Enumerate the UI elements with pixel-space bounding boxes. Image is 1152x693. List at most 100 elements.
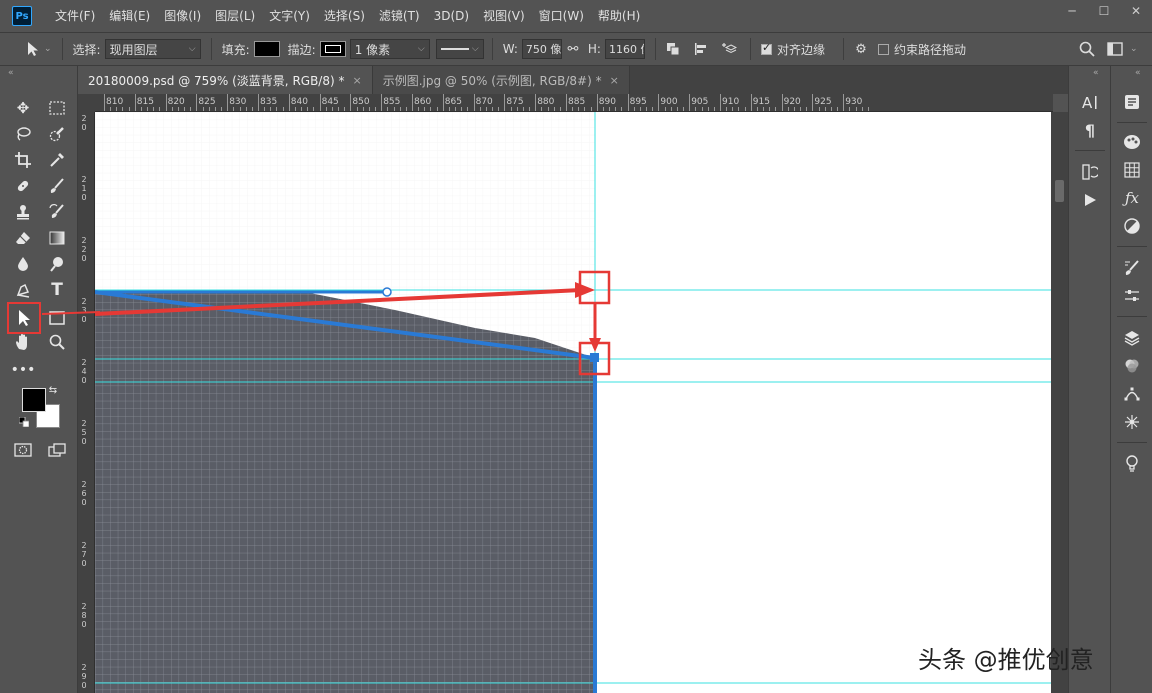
- menu-file[interactable]: 文件(F): [48, 0, 102, 32]
- height-input[interactable]: 1160 像: [604, 39, 645, 59]
- gear-icon[interactable]: ⚙: [850, 38, 872, 60]
- 3d-panel-icon[interactable]: [1118, 410, 1146, 434]
- brush-settings-panel-icon[interactable]: [1118, 256, 1146, 280]
- menu-filter[interactable]: 滤镜(T): [372, 0, 427, 32]
- healing-brush-tool-icon[interactable]: [10, 174, 36, 198]
- ruler-h-tick: [251, 107, 253, 111]
- quick-selection-tool-icon[interactable]: [44, 122, 70, 146]
- paragraph-panel-icon[interactable]: ¶: [1076, 118, 1104, 142]
- swatches-panel-icon[interactable]: [1118, 158, 1146, 182]
- menu-window[interactable]: 窗口(W): [532, 0, 591, 32]
- actions-panel-icon[interactable]: [1076, 188, 1104, 212]
- scrollbar-thumb[interactable]: [1055, 180, 1064, 202]
- ruler-h-tick: [399, 107, 401, 111]
- collapse-panel-icon[interactable]: «: [8, 68, 14, 78]
- type-tool-icon[interactable]: T: [44, 278, 70, 302]
- maximize-button[interactable]: ☐: [1088, 0, 1120, 22]
- adjustments-panel-icon[interactable]: [1118, 214, 1146, 238]
- channels-panel-icon[interactable]: [1118, 354, 1146, 378]
- blur-tool-icon[interactable]: [10, 252, 36, 276]
- menu-layer[interactable]: 图层(L): [208, 0, 262, 32]
- minimize-button[interactable]: ─: [1056, 0, 1088, 22]
- clone-stamp-tool-icon[interactable]: [10, 200, 36, 224]
- brush-presets-panel-icon[interactable]: [1118, 284, 1146, 308]
- ruler-h-tick: [498, 107, 500, 111]
- align-edges-checkbox[interactable]: [760, 41, 772, 55]
- history-panel-icon[interactable]: [1076, 160, 1104, 184]
- horizontal-ruler[interactable]: 810 815 820 825 830 835 840 845 850 855 860 865 870 8…: [95, 94, 1053, 112]
- default-colors-icon[interactable]: [18, 416, 30, 428]
- history-brush-tool-icon[interactable]: [44, 200, 70, 224]
- select-dropdown[interactable]: 现用图层 ⌵: [104, 39, 201, 59]
- eyedropper-tool-icon[interactable]: [44, 148, 70, 172]
- crop-tool-icon[interactable]: [10, 148, 36, 172]
- foreground-color-swatch[interactable]: [22, 388, 46, 412]
- bezier-handle-point[interactable]: [382, 287, 392, 297]
- zoom-tool-icon[interactable]: [44, 330, 70, 354]
- move-tool-icon[interactable]: ✥: [10, 96, 36, 120]
- vertical-scrollbar[interactable]: [1051, 112, 1068, 693]
- close-tab-icon[interactable]: ×: [610, 74, 619, 87]
- hand-tool-icon[interactable]: [10, 330, 36, 354]
- learn-panel-icon[interactable]: [1118, 452, 1146, 476]
- quick-mask-icon[interactable]: [10, 438, 36, 462]
- menu-3d[interactable]: 3D(D): [427, 0, 476, 32]
- screen-mode-icon[interactable]: [44, 438, 70, 462]
- libraries-panel-icon[interactable]: [1118, 90, 1146, 114]
- search-icon[interactable]: [1076, 38, 1098, 60]
- dodge-tool-icon[interactable]: [44, 252, 70, 276]
- stroke-color-swatch[interactable]: [319, 41, 346, 57]
- selected-anchor-point[interactable]: [590, 353, 599, 362]
- ruler-h-tick: [467, 107, 469, 111]
- close-tab-icon[interactable]: ×: [352, 74, 361, 87]
- stroke-type-dropdown[interactable]: ⌵: [435, 39, 484, 59]
- ruler-v-label: 290: [81, 663, 87, 690]
- layers-panel-icon[interactable]: [1118, 326, 1146, 350]
- menu-type[interactable]: 文字(Y): [262, 0, 317, 32]
- ruler-h-tick: [849, 107, 851, 111]
- stroke-width-dropdown[interactable]: 1 像素 ⌵: [349, 39, 430, 59]
- tab-example-jpg[interactable]: 示例图.jpg @ 50% (示例图, RGB/8#) * ×: [372, 66, 630, 94]
- ruler-origin[interactable]: [78, 94, 95, 112]
- ruler-h-tick: [602, 107, 604, 111]
- path-alignment-icon[interactable]: [690, 38, 712, 60]
- fill-color-swatch[interactable]: [253, 41, 280, 57]
- more-tools-icon[interactable]: •••: [10, 358, 36, 382]
- collapse-panel-icon[interactable]: «: [1093, 68, 1099, 78]
- paths-panel-icon[interactable]: [1118, 382, 1146, 406]
- character-panel-icon[interactable]: A: [1076, 90, 1104, 114]
- tool-preset-chevron-icon[interactable]: ⌄: [44, 44, 52, 54]
- width-input[interactable]: 750 像: [521, 39, 562, 59]
- ruler-h-tick: [110, 107, 112, 111]
- pen-tool-icon[interactable]: [10, 278, 36, 302]
- menu-image[interactable]: 图像(I): [157, 0, 208, 32]
- lasso-tool-icon[interactable]: [10, 122, 36, 146]
- path-selection-tool-icon[interactable]: [22, 38, 44, 60]
- swap-colors-icon[interactable]: ⇆: [46, 383, 60, 397]
- workspace-icon[interactable]: [1104, 38, 1126, 60]
- color-panel-icon[interactable]: [1118, 130, 1146, 154]
- eraser-tool-icon[interactable]: [10, 226, 36, 250]
- close-button[interactable]: ✕: [1120, 0, 1152, 22]
- constrain-path-checkbox[interactable]: [878, 43, 889, 55]
- path-arrangement-icon[interactable]: [718, 38, 740, 60]
- menu-select[interactable]: 选择(S): [317, 0, 372, 32]
- workspace-chevron-icon[interactable]: ⌄: [1130, 44, 1138, 54]
- canvas-artwork[interactable]: [95, 112, 1051, 693]
- vertical-ruler[interactable]: 20 210 220 230 240 250 260 270 280 290: [78, 112, 95, 693]
- menu-help[interactable]: 帮助(H): [591, 0, 647, 32]
- link-icon[interactable]: ⚯: [562, 38, 584, 60]
- collapse-panel-icon[interactable]: «: [1135, 68, 1141, 78]
- ruler-h-tick: [362, 107, 364, 111]
- path-operations-icon[interactable]: [662, 38, 684, 60]
- menu-edit[interactable]: 编辑(E): [102, 0, 157, 32]
- marquee-tool-icon[interactable]: [44, 96, 70, 120]
- styles-fx-panel-icon[interactable]: ƒx: [1118, 186, 1146, 210]
- menu-view[interactable]: 视图(V): [476, 0, 532, 32]
- document-canvas[interactable]: [95, 112, 1051, 693]
- brush-tool-icon[interactable]: [44, 174, 70, 198]
- tab-20180009-psd[interactable]: 20180009.psd @ 759% (淡蓝背景, RGB/8) * ×: [78, 66, 373, 94]
- ruler-h-tick: [529, 107, 531, 111]
- gradient-tool-icon[interactable]: [44, 226, 70, 250]
- ruler-h-tick: [140, 107, 142, 111]
